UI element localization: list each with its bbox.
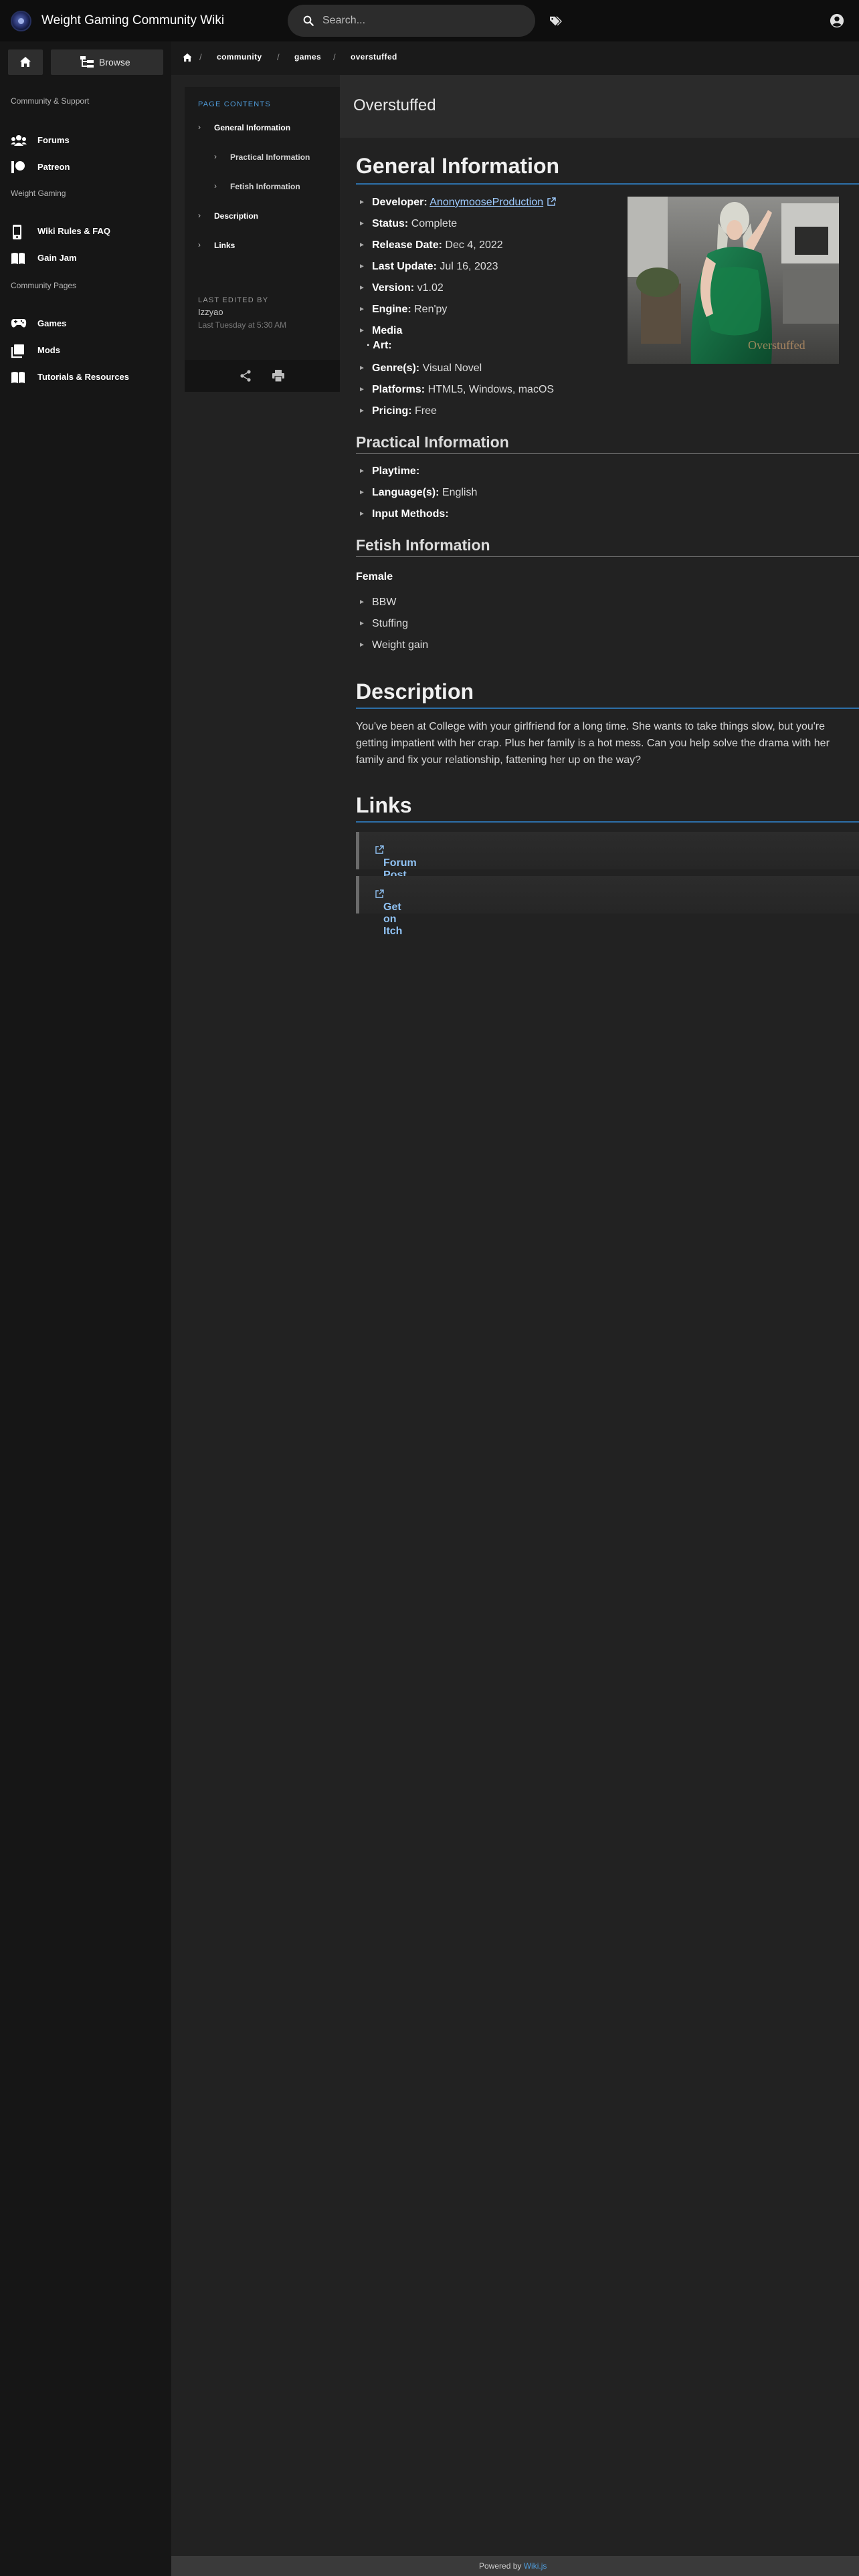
section-community-pages: Community Pages	[11, 281, 77, 290]
art-row: · Art:	[367, 340, 392, 351]
sidebar-label-mods: Mods	[37, 345, 60, 355]
last-edited-header: LAST EDITED BY	[198, 296, 269, 304]
description-text: You've been at College with your girlfri…	[356, 721, 830, 766]
chevron-right-icon: ›	[214, 152, 217, 161]
sidebar-label-tutorials: Tutorials & Resources	[37, 372, 130, 382]
release-date-row: ► Release Date: Dec 4, 2022	[359, 239, 503, 251]
playtime-row: ► Playtime:	[359, 465, 420, 477]
fetish-item: ► Weight gain	[359, 639, 429, 651]
fetish-item: ► BBW	[359, 597, 397, 608]
external-link-icon	[375, 845, 384, 854]
toc-header: PAGE CONTENTS	[198, 100, 271, 108]
sidebar-label-forums: Forums	[37, 135, 70, 145]
print-icon[interactable]	[272, 370, 285, 382]
platforms-row: ► Platforms: HTML5, Windows, macOS	[359, 384, 555, 395]
tags-icon[interactable]	[549, 15, 563, 27]
sidebar-item-mods[interactable]: Mods	[11, 342, 163, 358]
page-contents: PAGE CONTENTS › General Information › Prac…	[185, 87, 340, 279]
sidebar-item-tutorials[interactable]: Tutorials & Resources	[11, 369, 163, 385]
footer: Powered by Wiki.js	[171, 2556, 859, 2576]
chevron-right-icon: ›	[214, 181, 217, 191]
game-cover-image[interactable]: Overstuffed	[628, 197, 839, 364]
patreon-icon	[11, 161, 25, 173]
site-title[interactable]: Weight Gaming Community Wiki	[41, 13, 224, 28]
genre-row: ► Genre(s): Visual Novel	[359, 362, 482, 374]
section-community: Community & Support	[11, 96, 90, 106]
wikijs-link[interactable]: Wiki.js	[524, 2561, 547, 2571]
developer-row: ► Developer: AnonymooseProduction	[359, 197, 556, 209]
sidebar-label-patreon: Patreon	[37, 162, 70, 172]
phone-rules-icon	[13, 225, 21, 239]
last-update-row: ► Last Update: Jul 16, 2023	[359, 261, 498, 272]
sidebar-item-patreon[interactable]: Patreon	[11, 159, 163, 175]
home-icon	[20, 57, 31, 67]
mods-icon	[11, 344, 24, 358]
sidebar-label-games: Games	[37, 318, 67, 328]
practical-information-heading: Practical Information	[356, 433, 509, 451]
search-icon	[303, 15, 314, 26]
footer-text: Powered by Wiki.js	[479, 2561, 547, 2571]
home-icon[interactable]	[182, 53, 193, 62]
engine-row: ► Engine: Ren'py	[359, 304, 448, 315]
input-methods-row: ► Input Methods:	[359, 508, 449, 520]
search-input[interactable]: Search...	[288, 5, 535, 37]
chevron-right-icon: ›	[198, 211, 201, 220]
breadcrumb: / community / games / overstuffed	[171, 41, 859, 75]
last-edited-date: Last Tuesday at 5:30 AM	[198, 320, 287, 330]
sitemap-icon	[80, 56, 94, 68]
language-row: ► Language(s): English	[359, 487, 478, 498]
version-row: ► Version: v1.02	[359, 282, 444, 294]
sidebar-item-gain-jam[interactable]: Gain Jam	[11, 250, 163, 266]
fetish-information-heading: Fetish Information	[356, 536, 490, 554]
top-bar: Weight Gaming Community Wiki Search...	[0, 0, 859, 41]
sidebar-item-rules[interactable]: Wiki Rules & FAQ	[11, 223, 163, 239]
gamepad-icon	[11, 319, 27, 328]
links-heading: Links	[356, 793, 412, 817]
forums-icon	[11, 135, 27, 146]
sidebar-item-games[interactable]: Games	[11, 316, 163, 332]
browse-label: Browse	[99, 57, 130, 68]
site-logo[interactable]	[11, 11, 31, 31]
breadcrumb-community[interactable]: community	[217, 52, 262, 62]
home-button[interactable]	[8, 49, 43, 75]
section-weight-gaming: Weight Gaming	[11, 189, 66, 198]
external-link-icon	[375, 889, 384, 898]
account-icon[interactable]	[830, 13, 844, 28]
pricing-row: ► Pricing: Free	[359, 405, 437, 417]
cover-watermark: Overstuffed	[748, 338, 805, 352]
general-information-heading: General Information	[356, 154, 560, 178]
book-icon	[11, 253, 25, 264]
page-actions	[185, 360, 340, 392]
book-icon	[11, 372, 25, 383]
sidebar-label-rules: Wiki Rules & FAQ	[37, 226, 110, 236]
last-edited-name[interactable]: Izzyao	[198, 307, 223, 317]
fetish-item: ► Stuffing	[359, 618, 408, 629]
browse-button[interactable]: Browse	[51, 49, 163, 75]
sidebar-item-forums[interactable]: Forums	[11, 132, 163, 148]
last-edited-panel: LAST EDITED BY Izzyao Last Tuesday at 5:…	[185, 279, 340, 360]
share-icon[interactable]	[240, 370, 252, 382]
description-heading: Description	[356, 679, 474, 704]
sidebar-label-gain-jam: Gain Jam	[37, 253, 77, 263]
breadcrumb-overstuffed[interactable]: overstuffed	[351, 52, 397, 62]
breadcrumb-games[interactable]: games	[294, 52, 321, 62]
page-header: Overstuffed	[340, 75, 859, 138]
chevron-right-icon: ›	[198, 122, 201, 132]
get-on-itch-link[interactable]: Get on Itch	[356, 876, 859, 937]
sidebar: Browse Community & Support Forums Patreo…	[0, 41, 171, 2576]
search-placeholder: Search...	[322, 15, 366, 26]
status-row: ► Status: Complete	[359, 218, 458, 229]
forum-post-link[interactable]: Forum Post	[356, 832, 859, 881]
external-link-icon	[547, 197, 556, 206]
fetish-group-female: Female	[356, 571, 393, 582]
chevron-right-icon: ›	[198, 240, 201, 249]
developer-link[interactable]: AnonymooseProduction	[430, 197, 543, 208]
media-row: ► Media	[359, 325, 403, 336]
page-title: Overstuffed	[353, 96, 436, 114]
